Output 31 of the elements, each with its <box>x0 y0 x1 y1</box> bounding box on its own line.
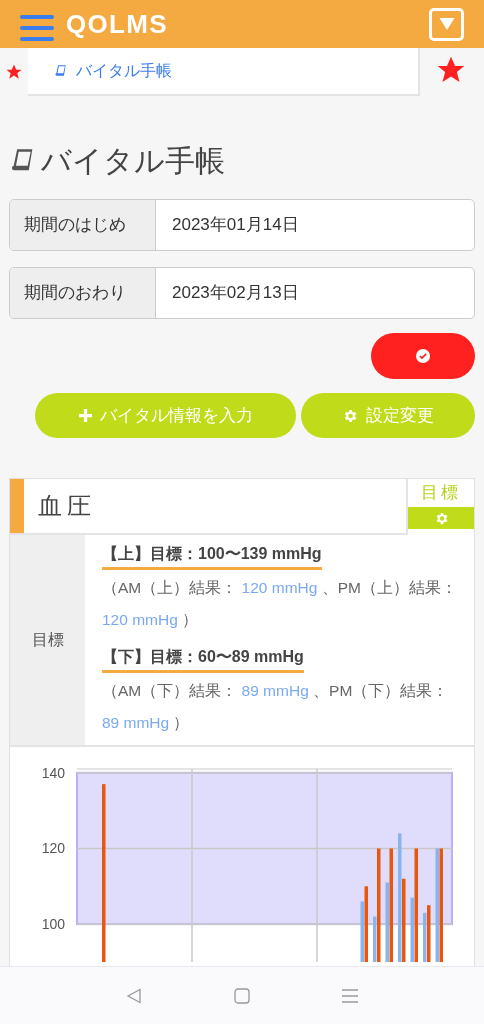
menu-icon[interactable] <box>20 15 54 41</box>
result-text: （AM（下）結果： 89 mmHg 、PM（下）結果： 89 mmHg ） <box>102 681 450 733</box>
page-title: バイタル手帳 <box>41 143 225 179</box>
plus-icon <box>78 409 92 422</box>
result-text: （AM（上）結果： 120 mmHg 、PM（上）結果： 120 mmHg ） <box>102 578 458 630</box>
check-icon <box>416 349 430 363</box>
card-title: 血圧 <box>37 491 96 521</box>
target-heading: 【上】目標：100〜139 mmHg <box>102 541 322 570</box>
menu-icon[interactable] <box>342 987 358 1004</box>
book-icon <box>54 64 68 78</box>
field-value: 2023年02月13日 <box>171 282 299 305</box>
date-field[interactable]: 期間のはじめ 2023年01月14日 <box>9 199 475 251</box>
confirm-button[interactable] <box>371 333 475 379</box>
field-label: 期間のおわり <box>10 268 156 318</box>
target-heading: 【下】目標：60〜89 mmHg <box>102 644 304 673</box>
field-value: 2023年01月14日 <box>171 214 299 237</box>
row-label: 目標 <box>31 630 64 650</box>
axis-label: 100 <box>41 916 65 933</box>
settings-button[interactable] <box>408 507 474 529</box>
breadcrumb-link[interactable]: バイタル手帳 <box>76 59 172 83</box>
accent-bar <box>10 479 24 533</box>
home-icon[interactable] <box>234 987 250 1004</box>
field-label: 期間のはじめ <box>10 200 156 250</box>
axis-label: 140 <box>41 764 65 781</box>
back-icon[interactable] <box>126 987 142 1004</box>
gear-icon <box>342 407 359 424</box>
date-field[interactable]: 期間のおわり 2023年02月13日 <box>9 267 475 319</box>
axis-label: 120 <box>41 840 65 857</box>
star-icon[interactable] <box>5 63 23 81</box>
dropdown-icon[interactable] <box>429 7 464 41</box>
logo: QOLMS <box>66 7 168 41</box>
